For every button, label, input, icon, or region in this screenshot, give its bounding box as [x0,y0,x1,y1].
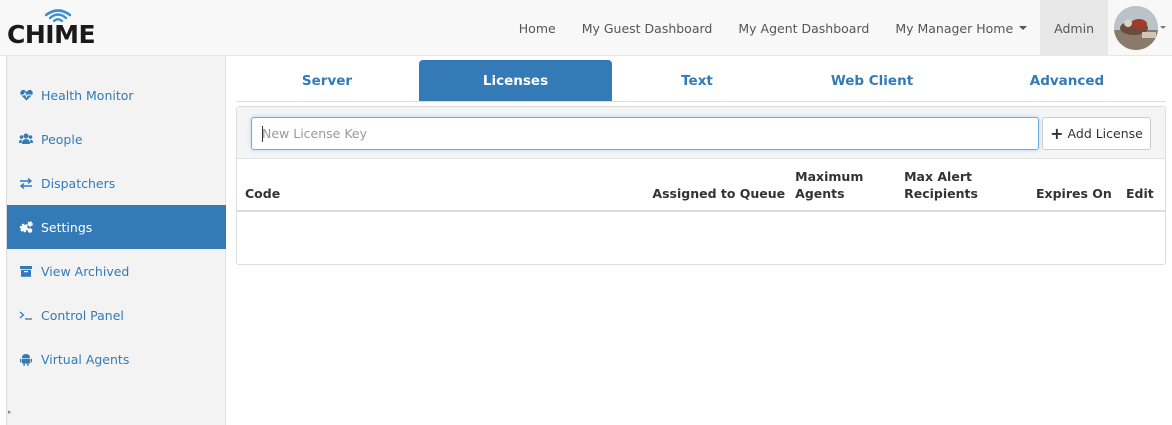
sidebar-item-label: People [41,131,83,147]
top-navbar: CHIME Home My Guest Dashboard My Agent D… [0,0,1172,56]
license-key-input[interactable] [251,117,1039,150]
plus-icon: + [1050,123,1064,143]
col-max-alert-line1: Max Alert [904,169,972,184]
col-expires-on[interactable]: Expires On [1030,160,1118,212]
licenses-panel: + Add License Code Assigned to Queue Max… [236,106,1166,265]
col-max-alert-recipients[interactable]: Max Alert Recipients [902,160,1030,212]
cogs-icon [19,220,33,234]
android-icon [19,352,33,366]
sidebar: Health Monitor People Dispatchers Settin… [7,56,226,425]
add-license-label: Add License [1067,126,1143,141]
nav-admin[interactable]: Admin [1040,0,1108,56]
users-icon [19,132,33,146]
sidebar-item-dispatchers[interactable]: Dispatchers [7,161,226,205]
col-code[interactable]: Code [237,160,639,212]
sidebar-item-settings[interactable]: Settings [7,205,226,249]
sidebar-item-people[interactable]: People [7,117,226,161]
tab-server[interactable]: Server [236,60,418,101]
sidebar-item-label: Virtual Agents [41,351,130,367]
col-max-agents-line2: Agents [795,186,845,201]
resize-grip: ▸ [8,408,12,416]
table-header-row: Code Assigned to Queue Maximum Agents Ma… [237,160,1165,212]
wifi-signal-icon [45,9,71,22]
nav-agent-dashboard[interactable]: My Agent Dashboard [725,0,882,56]
sidebar-item-label: Health Monitor [41,87,134,103]
nav-guest-dashboard[interactable]: My Guest Dashboard [569,0,726,56]
sidebar-item-label: Control Panel [41,307,124,323]
col-assigned-queue[interactable]: Assigned to Queue [638,160,786,212]
col-max-agents-line1: Maximum [795,169,864,184]
add-license-button[interactable]: + Add License [1042,117,1151,150]
avatar[interactable] [1114,6,1158,50]
text-cursor [262,126,263,142]
tab-text[interactable]: Text [612,60,782,101]
sidebar-item-health-monitor[interactable]: Health Monitor [7,73,226,117]
user-menu[interactable] [1108,0,1172,56]
settings-tabs: Server Licenses Text Web Client Advanced [236,60,1166,102]
terminal-icon [19,308,33,322]
exchange-icon [19,176,33,190]
nav-home[interactable]: Home [506,0,569,56]
sidebar-item-label: Settings [41,219,93,235]
sidebar-item-virtual-agents[interactable]: Virtual Agents [7,337,226,381]
nav-manager-home-dropdown[interactable]: My Manager Home [882,0,1040,56]
sidebar-item-view-archived[interactable]: View Archived [7,249,226,293]
sidebar-item-label: Dispatchers [41,175,116,191]
chevron-down-icon [1160,26,1166,29]
col-max-alert-line2: Recipients [904,186,978,201]
sidebar-item-label: View Archived [41,263,130,279]
col-max-agents[interactable]: Maximum Agents [785,160,903,212]
tab-advanced[interactable]: Advanced [972,60,1162,101]
sidebar-item-control-panel[interactable]: Control Panel [7,293,226,337]
avatar-photo-icon [1114,6,1158,50]
licenses-panel-header: + Add License [237,107,1165,159]
archive-icon [19,264,33,278]
top-nav-links: Home My Guest Dashboard My Agent Dashboa… [506,0,1172,56]
chime-logo[interactable]: CHIME [7,8,103,48]
licenses-table: Code Assigned to Queue Maximum Agents Ma… [237,160,1165,212]
logo-text: CHIME [7,20,96,49]
tab-licenses[interactable]: Licenses [419,60,612,101]
tab-web-client[interactable]: Web Client [782,60,962,101]
heartbeat-icon [19,88,33,102]
col-edit[interactable]: Edit [1117,160,1165,212]
